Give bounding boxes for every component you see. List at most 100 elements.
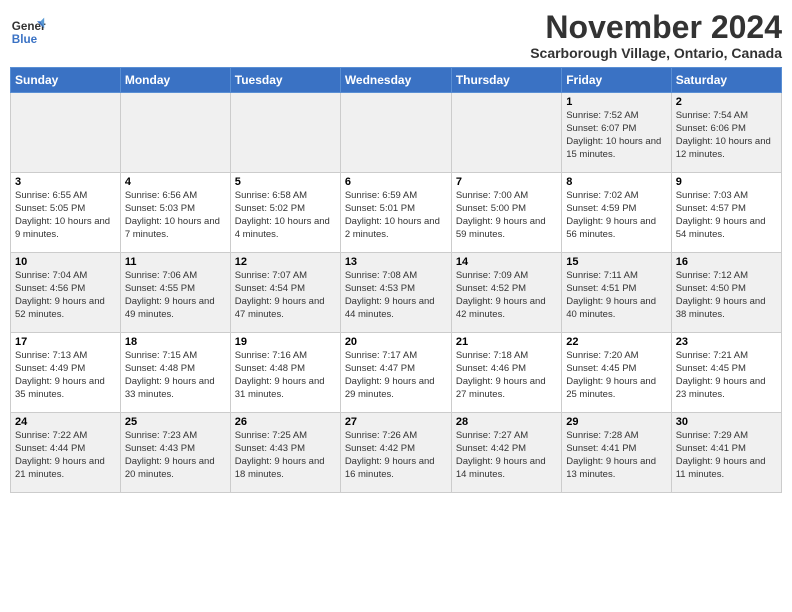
calendar-cell xyxy=(451,93,561,173)
calendar-week-row: 3 Sunrise: 6:55 AM Sunset: 5:05 PM Daylig… xyxy=(11,173,782,253)
day-info: Sunrise: 7:00 AM Sunset: 5:00 PM Dayligh… xyxy=(456,190,557,241)
day-info: Sunrise: 7:29 AM Sunset: 4:41 PM Dayligh… xyxy=(676,430,777,481)
svg-text:Blue: Blue xyxy=(12,33,38,46)
calendar-cell: 10 Sunrise: 7:04 AM Sunset: 4:56 PM Dayli… xyxy=(11,253,121,333)
day-info: Sunrise: 7:52 AM Sunset: 6:07 PM Dayligh… xyxy=(566,110,666,161)
day-info: Sunrise: 7:23 AM Sunset: 4:43 PM Dayligh… xyxy=(125,430,226,481)
calendar-cell: 3 Sunrise: 6:55 AM Sunset: 5:05 PM Daylig… xyxy=(11,173,121,253)
day-of-week-header: Thursday xyxy=(451,68,561,93)
calendar-cell: 4 Sunrise: 6:56 AM Sunset: 5:03 PM Daylig… xyxy=(120,173,230,253)
calendar-week-row: 17 Sunrise: 7:13 AM Sunset: 4:49 PM Dayli… xyxy=(11,333,782,413)
day-info: Sunrise: 7:04 AM Sunset: 4:56 PM Dayligh… xyxy=(15,270,116,321)
day-number: 2 xyxy=(676,96,777,108)
title-area: November 2024 Scarborough Village, Ontar… xyxy=(530,10,782,61)
day-info: Sunrise: 7:28 AM Sunset: 4:41 PM Dayligh… xyxy=(566,430,666,481)
day-number: 11 xyxy=(125,256,226,268)
day-info: Sunrise: 7:09 AM Sunset: 4:52 PM Dayligh… xyxy=(456,270,557,321)
day-info: Sunrise: 7:26 AM Sunset: 4:42 PM Dayligh… xyxy=(345,430,447,481)
calendar-cell: 29 Sunrise: 7:28 AM Sunset: 4:41 PM Dayli… xyxy=(562,413,671,493)
day-of-week-header: Sunday xyxy=(11,68,121,93)
logo: General Blue xyxy=(10,14,46,50)
day-number: 1 xyxy=(566,96,666,108)
day-number: 6 xyxy=(345,176,447,188)
day-info: Sunrise: 7:54 AM Sunset: 6:06 PM Dayligh… xyxy=(676,110,777,161)
day-info: Sunrise: 7:03 AM Sunset: 4:57 PM Dayligh… xyxy=(676,190,777,241)
day-number: 26 xyxy=(235,416,336,428)
calendar-cell xyxy=(340,93,451,173)
day-number: 25 xyxy=(125,416,226,428)
day-info: Sunrise: 6:55 AM Sunset: 5:05 PM Dayligh… xyxy=(15,190,116,241)
day-number: 13 xyxy=(345,256,447,268)
day-number: 16 xyxy=(676,256,777,268)
day-info: Sunrise: 7:11 AM Sunset: 4:51 PM Dayligh… xyxy=(566,270,666,321)
header-row: SundayMondayTuesdayWednesdayThursdayFrid… xyxy=(11,68,782,93)
calendar-cell: 1 Sunrise: 7:52 AM Sunset: 6:07 PM Daylig… xyxy=(562,93,671,173)
day-info: Sunrise: 6:58 AM Sunset: 5:02 PM Dayligh… xyxy=(235,190,336,241)
calendar-cell: 18Sunrise: 7:15 AM Sunset: 4:48 PM Dayli… xyxy=(120,333,230,413)
day-of-week-header: Monday xyxy=(120,68,230,93)
calendar-cell xyxy=(120,93,230,173)
day-number: 18 xyxy=(125,336,226,348)
calendar-cell: 17 Sunrise: 7:13 AM Sunset: 4:49 PM Dayli… xyxy=(11,333,121,413)
calendar-header: SundayMondayTuesdayWednesdayThursdayFrid… xyxy=(11,68,782,93)
day-info: Sunrise: 7:08 AM Sunset: 4:53 PM Dayligh… xyxy=(345,270,447,321)
day-number: 21 xyxy=(456,336,557,348)
day-number: 19 xyxy=(235,336,336,348)
day-info: Sunrise: 7:22 AM Sunset: 4:44 PM Dayligh… xyxy=(15,430,116,481)
calendar-week-row: 1 Sunrise: 7:52 AM Sunset: 6:07 PM Daylig… xyxy=(11,93,782,173)
logo-icon: General Blue xyxy=(10,14,46,50)
calendar-cell: 9 Sunrise: 7:03 AM Sunset: 4:57 PM Daylig… xyxy=(671,173,781,253)
day-info: Sunrise: 6:56 AM Sunset: 5:03 PM Dayligh… xyxy=(125,190,226,241)
calendar-cell: 5 Sunrise: 6:58 AM Sunset: 5:02 PM Daylig… xyxy=(230,173,340,253)
calendar-cell xyxy=(11,93,121,173)
calendar-cell: 25 Sunrise: 7:23 AM Sunset: 4:43 PM Dayli… xyxy=(120,413,230,493)
day-number: 8 xyxy=(566,176,666,188)
day-number: 12 xyxy=(235,256,336,268)
day-number: 10 xyxy=(15,256,116,268)
calendar-cell: 15 Sunrise: 7:11 AM Sunset: 4:51 PM Dayli… xyxy=(562,253,671,333)
day-info: Sunrise: 6:59 AM Sunset: 5:01 PM Dayligh… xyxy=(345,190,447,241)
day-number: 23 xyxy=(676,336,777,348)
calendar-cell: 27Sunrise: 7:26 AM Sunset: 4:42 PM Dayli… xyxy=(340,413,451,493)
day-info: Sunrise: 7:18 AM Sunset: 4:46 PM Dayligh… xyxy=(456,350,557,401)
calendar-cell: 22Sunrise: 7:20 AM Sunset: 4:45 PM Dayli… xyxy=(562,333,671,413)
calendar-cell: 19 Sunrise: 7:16 AM Sunset: 4:48 PM Dayli… xyxy=(230,333,340,413)
day-info: Sunrise: 7:07 AM Sunset: 4:54 PM Dayligh… xyxy=(235,270,336,321)
location-subtitle: Scarborough Village, Ontario, Canada xyxy=(530,45,782,61)
calendar-cell: 20 Sunrise: 7:17 AM Sunset: 4:47 PM Dayli… xyxy=(340,333,451,413)
day-info: Sunrise: 7:16 AM Sunset: 4:48 PM Dayligh… xyxy=(235,350,336,401)
day-info: Sunrise: 7:17 AM Sunset: 4:47 PM Dayligh… xyxy=(345,350,447,401)
day-info: Sunrise: 7:02 AM Sunset: 4:59 PM Dayligh… xyxy=(566,190,666,241)
calendar-cell xyxy=(230,93,340,173)
day-info: Sunrise: 7:06 AM Sunset: 4:55 PM Dayligh… xyxy=(125,270,226,321)
day-number: 7 xyxy=(456,176,557,188)
day-number: 5 xyxy=(235,176,336,188)
day-of-week-header: Wednesday xyxy=(340,68,451,93)
day-number: 14 xyxy=(456,256,557,268)
day-number: 28 xyxy=(456,416,557,428)
day-number: 20 xyxy=(345,336,447,348)
calendar-cell: 23 Sunrise: 7:21 AM Sunset: 4:45 PM Dayli… xyxy=(671,333,781,413)
calendar-cell: 7 Sunrise: 7:00 AM Sunset: 5:00 PM Daylig… xyxy=(451,173,561,253)
day-number: 4 xyxy=(125,176,226,188)
day-number: 15 xyxy=(566,256,666,268)
header: General Blue November 2024 Scarborough V… xyxy=(10,10,782,61)
day-info: Sunrise: 7:25 AM Sunset: 4:43 PM Dayligh… xyxy=(235,430,336,481)
calendar-body: 1 Sunrise: 7:52 AM Sunset: 6:07 PM Daylig… xyxy=(11,93,782,493)
calendar-week-row: 10 Sunrise: 7:04 AM Sunset: 4:56 PM Dayli… xyxy=(11,253,782,333)
calendar-cell: 28Sunrise: 7:27 AM Sunset: 4:42 PM Dayli… xyxy=(451,413,561,493)
calendar-cell: 26 Sunrise: 7:25 AM Sunset: 4:43 PM Dayli… xyxy=(230,413,340,493)
calendar-cell: 6 Sunrise: 6:59 AM Sunset: 5:01 PM Daylig… xyxy=(340,173,451,253)
day-of-week-header: Saturday xyxy=(671,68,781,93)
day-number: 3 xyxy=(15,176,116,188)
day-of-week-header: Tuesday xyxy=(230,68,340,93)
day-number: 17 xyxy=(15,336,116,348)
day-of-week-header: Friday xyxy=(562,68,671,93)
calendar-cell: 8 Sunrise: 7:02 AM Sunset: 4:59 PM Daylig… xyxy=(562,173,671,253)
day-info: Sunrise: 7:21 AM Sunset: 4:45 PM Dayligh… xyxy=(676,350,777,401)
day-number: 9 xyxy=(676,176,777,188)
calendar-cell: 12 Sunrise: 7:07 AM Sunset: 4:54 PM Dayli… xyxy=(230,253,340,333)
day-number: 29 xyxy=(566,416,666,428)
day-info: Sunrise: 7:13 AM Sunset: 4:49 PM Dayligh… xyxy=(15,350,116,401)
calendar-cell: 13 Sunrise: 7:08 AM Sunset: 4:53 PM Dayli… xyxy=(340,253,451,333)
